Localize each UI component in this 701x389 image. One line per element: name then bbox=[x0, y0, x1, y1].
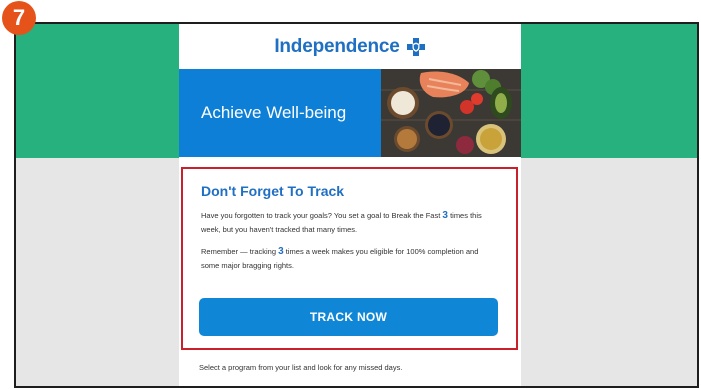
screenshot-frame: Independence Achieve Well-being Don't Fo… bbox=[14, 22, 699, 388]
email-header: Independence bbox=[179, 24, 521, 69]
footer-instruction: Select a program from your list and look… bbox=[199, 363, 403, 372]
card-title: Don't Forget To Track bbox=[201, 183, 345, 199]
email-container: Independence Achieve Well-being Don't Fo… bbox=[179, 24, 521, 386]
hero-banner: Achieve Well-being bbox=[179, 69, 521, 157]
goal-count: 3 bbox=[442, 210, 448, 221]
reminder-paragraph-1: Have you forgotten to track your goals? … bbox=[201, 210, 482, 234]
track-now-button[interactable]: TRACK NOW bbox=[199, 298, 498, 336]
hero-title: Achieve Well-being bbox=[201, 103, 347, 122]
step-number-badge: 7 bbox=[2, 1, 36, 35]
blue-cross-shield-icon bbox=[406, 37, 426, 57]
track-reminder-card: Don't Forget To Track Have you forgotten… bbox=[181, 167, 518, 350]
reminder-paragraph-2: Remember — tracking 3 times a week makes… bbox=[201, 246, 479, 270]
brand-name[interactable]: Independence bbox=[274, 36, 400, 58]
tracking-count: 3 bbox=[278, 246, 284, 257]
healthy-food-photo bbox=[381, 69, 521, 157]
